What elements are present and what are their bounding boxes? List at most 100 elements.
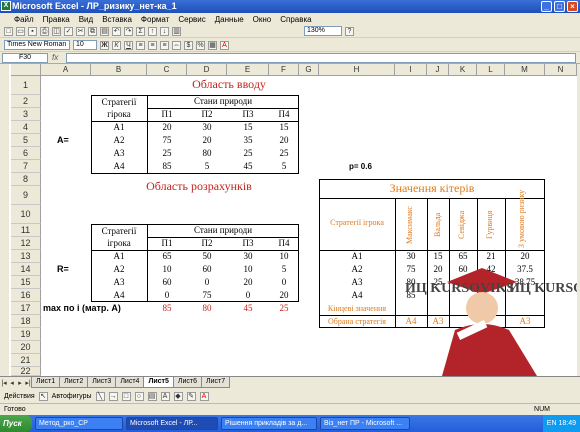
strategy-cell[interactable]: A4 bbox=[91, 289, 147, 302]
percent-icon[interactable]: % bbox=[196, 40, 205, 50]
matrix-cell[interactable]: 20 bbox=[147, 121, 187, 134]
sheet-tab[interactable]: Лист1 bbox=[31, 377, 61, 388]
matrix-cell[interactable]: 20 bbox=[187, 134, 227, 147]
matrix-cell[interactable]: 5 bbox=[269, 160, 299, 173]
minimize-button[interactable]: _ bbox=[541, 1, 552, 12]
row-header[interactable]: 15 bbox=[11, 276, 41, 289]
row-header[interactable]: 16 bbox=[11, 289, 41, 302]
menu-item-edit[interactable]: Правка bbox=[43, 15, 70, 24]
max-cell[interactable]: 80 bbox=[187, 302, 227, 315]
row-header[interactable]: 10 bbox=[11, 205, 41, 224]
row-header[interactable]: 8 bbox=[11, 173, 41, 186]
align-center-icon[interactable]: ≡ bbox=[148, 40, 157, 50]
column-header[interactable]: M bbox=[505, 64, 545, 76]
matrix-cell[interactable]: 0 bbox=[269, 276, 299, 289]
row-header[interactable]: 13 bbox=[11, 250, 41, 263]
column-header[interactable]: F bbox=[269, 64, 299, 76]
spreadsheet-grid[interactable]: A B C D E F G H I J K L M N 1 2 3 4 5 6 … bbox=[9, 64, 577, 376]
strategy-cell[interactable]: A2 bbox=[91, 263, 147, 276]
row-header[interactable]: 2 bbox=[11, 95, 41, 108]
matrix-cell[interactable]: 0 bbox=[227, 289, 269, 302]
column-header[interactable]: I bbox=[395, 64, 427, 76]
matrix-cell[interactable]: 10 bbox=[147, 263, 187, 276]
row-header[interactable]: 6 bbox=[11, 147, 41, 160]
column-header[interactable]: J bbox=[427, 64, 449, 76]
menu-item-tools[interactable]: Сервис bbox=[178, 15, 205, 24]
menu-item-view[interactable]: Вид bbox=[79, 15, 93, 24]
redo-icon[interactable]: ↷ bbox=[124, 26, 133, 36]
row-header[interactable]: 7 bbox=[11, 160, 41, 173]
column-header[interactable]: E bbox=[227, 64, 269, 76]
font-color-draw-icon[interactable]: A bbox=[199, 391, 209, 401]
column-header[interactable]: B bbox=[91, 64, 147, 76]
sum-icon[interactable]: Σ bbox=[136, 26, 145, 36]
matrix-cell[interactable]: 20 bbox=[269, 289, 299, 302]
row-header[interactable]: 18 bbox=[11, 315, 41, 328]
strategy-cell[interactable]: A2 bbox=[91, 134, 147, 147]
row-header[interactable]: 9 bbox=[11, 186, 41, 205]
start-button[interactable]: Пуск bbox=[0, 415, 32, 432]
row-header[interactable]: 5 bbox=[11, 134, 41, 147]
select-all-corner[interactable] bbox=[11, 64, 41, 76]
arrow-icon[interactable]: → bbox=[108, 391, 118, 401]
column-header[interactable]: L bbox=[477, 64, 505, 76]
matrix-cell[interactable]: 75 bbox=[147, 134, 187, 147]
save-icon[interactable]: ▪ bbox=[28, 26, 37, 36]
sheet-tab[interactable]: Лист7 bbox=[200, 377, 231, 388]
taskbar-item[interactable]: Віз_нет ПР - Microsoft ... bbox=[320, 417, 410, 430]
matrix-cell[interactable]: 80 bbox=[187, 147, 227, 160]
matrix-cell[interactable]: 15 bbox=[227, 121, 269, 134]
rectangle-icon[interactable]: □ bbox=[121, 391, 131, 401]
spelling-icon[interactable]: ✓ bbox=[64, 26, 73, 36]
name-box[interactable]: F30 bbox=[2, 53, 48, 63]
preview-icon[interactable]: ◫ bbox=[52, 26, 61, 36]
column-header[interactable]: D bbox=[187, 64, 227, 76]
new-file-icon[interactable]: □ bbox=[4, 26, 13, 36]
font-size-select[interactable]: 10 bbox=[73, 40, 97, 50]
matrix-cell[interactable]: 25 bbox=[269, 147, 299, 160]
undo-icon[interactable]: ↶ bbox=[112, 26, 121, 36]
next-sheet-icon[interactable]: ▸ bbox=[16, 379, 24, 387]
zoom-select[interactable]: 130% bbox=[304, 26, 342, 36]
matrix-cell[interactable]: 50 bbox=[187, 250, 227, 263]
menu-item-data[interactable]: Данные bbox=[215, 15, 244, 24]
matrix-cell[interactable]: 60 bbox=[187, 263, 227, 276]
matrix-cell[interactable]: 25 bbox=[227, 147, 269, 160]
row-header[interactable]: 20 bbox=[11, 341, 41, 354]
oval-icon[interactable]: ○ bbox=[134, 391, 144, 401]
draw-actions-menu[interactable]: Действия bbox=[4, 393, 35, 400]
font-color-icon[interactable]: A bbox=[220, 40, 229, 50]
italic-button[interactable]: К bbox=[112, 40, 121, 50]
font-name-select[interactable]: Times New Roman bbox=[4, 40, 70, 50]
language-indicator[interactable]: EN bbox=[547, 420, 557, 427]
sheet-tab[interactable]: Лист6 bbox=[172, 377, 202, 388]
matrix-cell[interactable]: 30 bbox=[227, 250, 269, 263]
row-header[interactable]: 14 bbox=[11, 263, 41, 276]
row-header[interactable]: 12 bbox=[11, 237, 41, 250]
align-right-icon[interactable]: ≡ bbox=[160, 40, 169, 50]
underline-button[interactable]: Ч bbox=[124, 40, 133, 50]
column-header[interactable]: C bbox=[147, 64, 187, 76]
merge-center-icon[interactable]: ⇔ bbox=[172, 40, 181, 50]
matrix-cell[interactable]: 0 bbox=[187, 276, 227, 289]
column-header[interactable]: N bbox=[545, 64, 577, 76]
row-header[interactable]: 4 bbox=[11, 121, 41, 134]
matrix-cell[interactable]: 10 bbox=[227, 263, 269, 276]
column-header[interactable]: G bbox=[299, 64, 319, 76]
menu-item-insert[interactable]: Вставка bbox=[102, 15, 132, 24]
max-cell[interactable]: 85 bbox=[147, 302, 187, 315]
strategy-cell[interactable]: A3 bbox=[91, 147, 147, 160]
matrix-cell[interactable]: 60 bbox=[147, 276, 187, 289]
wordart-icon[interactable]: A bbox=[160, 391, 170, 401]
align-left-icon[interactable]: ≡ bbox=[136, 40, 145, 50]
strategy-cell[interactable]: A4 bbox=[319, 289, 395, 302]
sheet-tab[interactable]: Лист4 bbox=[115, 377, 145, 388]
menu-item-file[interactable]: Файл bbox=[14, 15, 34, 24]
print-icon[interactable]: ⎙ bbox=[40, 26, 49, 36]
open-file-icon[interactable]: ▭ bbox=[16, 26, 25, 36]
matrix-cell[interactable]: 5 bbox=[187, 160, 227, 173]
max-cell[interactable]: 45 bbox=[227, 302, 269, 315]
copy-icon[interactable]: ⧉ bbox=[88, 26, 97, 36]
fill-color-icon[interactable]: ◆ bbox=[173, 391, 183, 401]
cut-icon[interactable]: ✂ bbox=[76, 26, 85, 36]
